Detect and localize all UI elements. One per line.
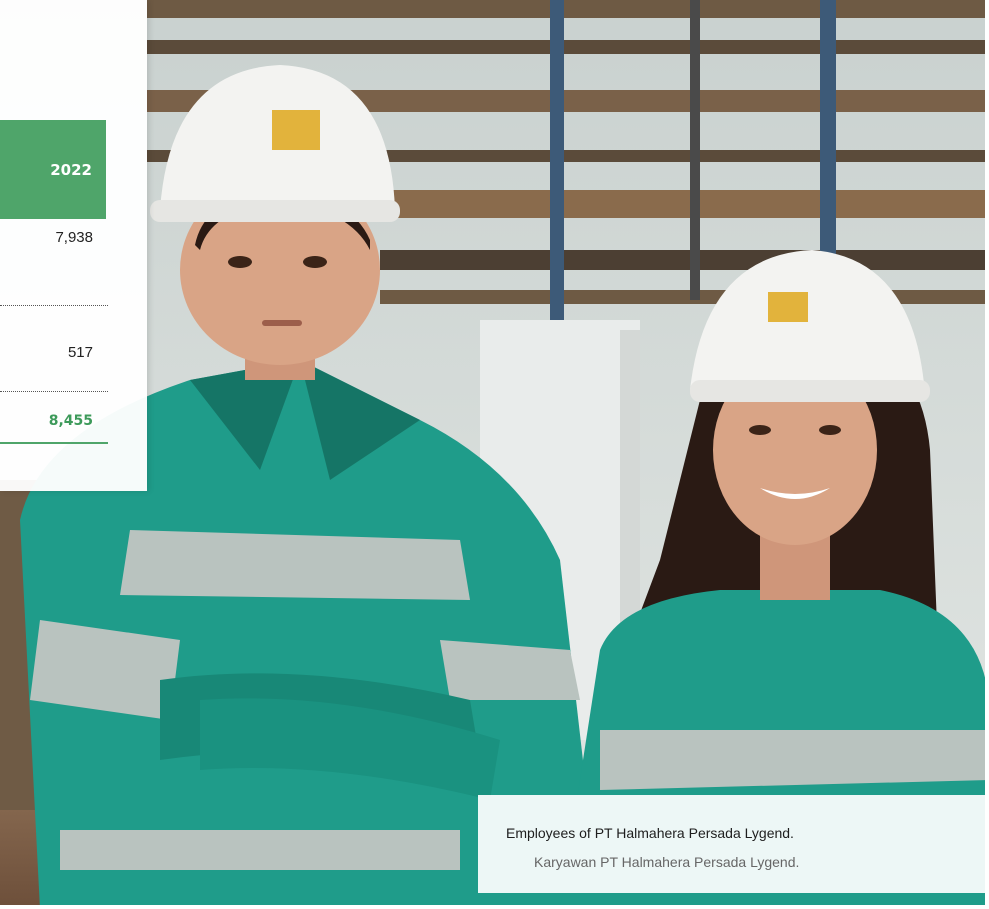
- row-divider: [0, 305, 108, 306]
- employee-count-table: 2022 7,938 517 8,455: [0, 0, 147, 491]
- caption-indonesian: Karyawan PT Halmahera Persada Lygend.: [534, 854, 800, 870]
- caption-english: Employees of PT Halmahera Persada Lygend…: [506, 825, 794, 841]
- photo-caption: Employees of PT Halmahera Persada Lygend…: [478, 795, 989, 893]
- employees-photo: [0, 0, 989, 909]
- table-year-header: 2022: [0, 120, 106, 219]
- total-underline: [0, 442, 108, 444]
- table-total-value: 8,455: [48, 413, 93, 429]
- table-row-value: 7,938: [55, 229, 93, 246]
- row-divider: [0, 391, 108, 392]
- table-row-value: 517: [67, 344, 93, 361]
